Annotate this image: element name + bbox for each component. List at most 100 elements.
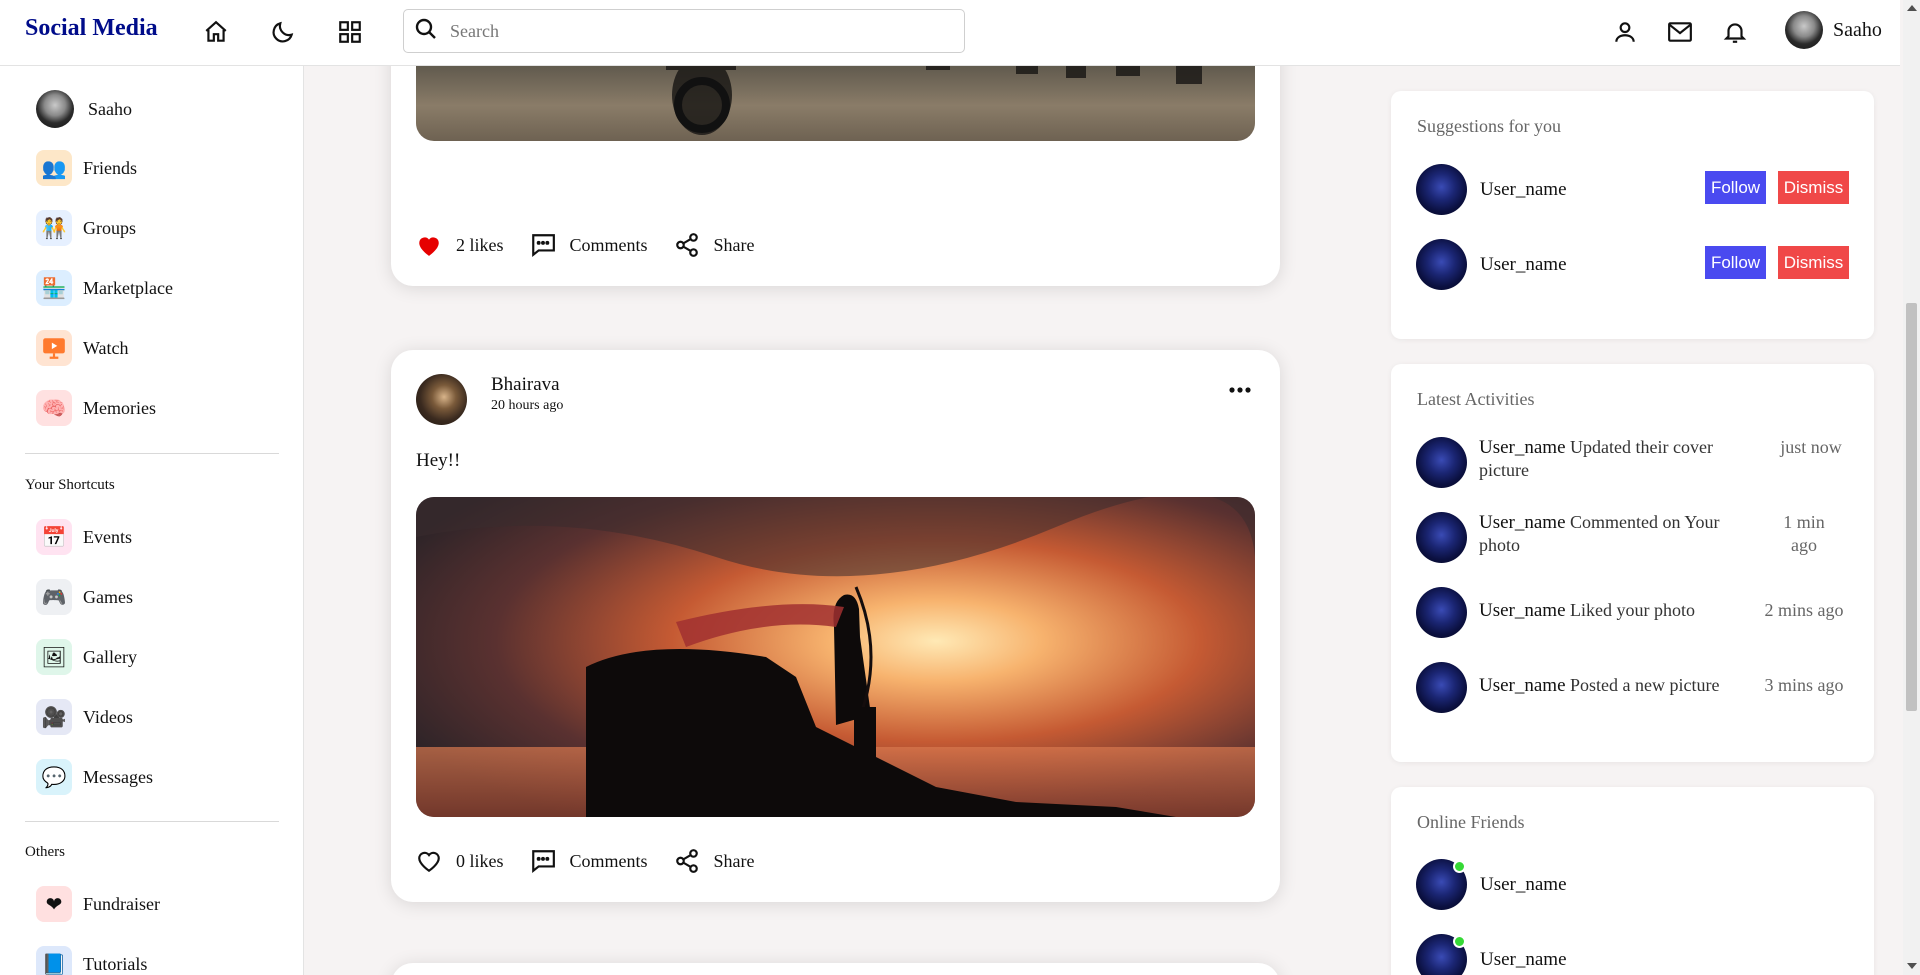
sidebar-item-label: Messages (83, 766, 153, 787)
activity-username[interactable]: User_name (1479, 675, 1566, 696)
tutorials-icon: 📘 (36, 946, 72, 975)
share-button[interactable]: Share (674, 232, 755, 258)
sidebar-item-label: Gallery (83, 646, 137, 667)
dismiss-button[interactable]: Dismiss (1778, 246, 1849, 279)
follow-button[interactable]: Follow (1705, 171, 1766, 204)
sidebar-item-label: Groups (83, 217, 136, 238)
header-username: Saaho (1833, 18, 1882, 41)
activity-avatar[interactable] (1416, 437, 1467, 488)
activity-time: just now (1780, 437, 1842, 457)
app-logo[interactable]: Social Media (25, 15, 158, 42)
search-bar (403, 9, 965, 53)
sidebar-item-label: Marketplace (83, 277, 173, 298)
notifications-bell-icon[interactable] (1720, 17, 1750, 47)
sidebar-item-label: Friends (83, 157, 137, 178)
header-avatar (1785, 11, 1823, 49)
activity-avatar[interactable] (1416, 662, 1467, 713)
sidebar-item-events[interactable]: 📅 Events (25, 519, 132, 555)
friends-icon: 👥 (36, 150, 72, 186)
suggestion-avatar[interactable] (1416, 239, 1467, 290)
memories-icon: 🧠 (36, 390, 72, 426)
activity-time: 2 mins ago (1764, 600, 1844, 620)
heart-outline-icon (418, 851, 440, 873)
activity-text: User_name Updated their cover picture (1479, 436, 1764, 482)
suggestion-username[interactable]: User_name (1480, 254, 1567, 276)
apps-grid-icon[interactable] (335, 17, 365, 47)
post-actions: 2 likes Comments Share (416, 232, 781, 258)
online-friend-row[interactable]: User_name (1416, 859, 1849, 910)
activity-time: 1 min ago (1783, 512, 1825, 555)
sidebar-item-messages[interactable]: 💬 Messages (25, 759, 153, 795)
like-button[interactable]: 0 likes (416, 849, 504, 873)
sidebar-divider (25, 453, 279, 454)
left-sidebar: Saaho 👥 Friends 🧑‍🤝‍🧑 Groups 🏪 Marketpla… (0, 66, 304, 975)
top-navbar: Social Media Saaho (0, 0, 1900, 66)
profile-icon[interactable] (1610, 17, 1640, 47)
search-icon[interactable] (414, 17, 438, 46)
scroll-up-arrow-icon[interactable] (1907, 5, 1917, 11)
like-count: 0 likes (456, 850, 504, 871)
activity-text: User_name Liked your photo (1479, 599, 1764, 622)
videos-icon: 🎥 (36, 699, 72, 735)
sidebar-profile[interactable]: Saaho (25, 90, 132, 128)
sidebar-profile-avatar (36, 90, 74, 128)
games-icon: 🎮 (36, 579, 72, 615)
post-author-name[interactable]: Bhairava (491, 374, 560, 396)
post-image[interactable] (416, 497, 1255, 817)
dismiss-button[interactable]: Dismiss (1778, 171, 1849, 204)
sidebar-item-gallery[interactable]: 🖼 Gallery (25, 639, 137, 675)
sidebar-item-games[interactable]: 🎮 Games (25, 579, 133, 615)
post-author-avatar[interactable] (416, 374, 467, 425)
post-actions: 0 likes Comments Share (416, 848, 781, 874)
follow-button[interactable]: Follow (1705, 246, 1766, 279)
sidebar-divider (25, 821, 279, 822)
dark-mode-icon[interactable] (268, 17, 298, 47)
scroll-down-arrow-icon[interactable] (1907, 963, 1917, 969)
comments-button[interactable]: Comments (530, 233, 648, 257)
like-button[interactable]: 2 likes (416, 233, 504, 257)
share-button[interactable]: Share (674, 848, 755, 874)
sidebar-item-watch[interactable]: Watch (25, 330, 129, 366)
sidebar-profile-name: Saaho (88, 98, 132, 119)
activity-avatar[interactable] (1416, 587, 1467, 638)
home-icon[interactable] (201, 17, 231, 47)
activity-description: Liked your photo (1570, 600, 1696, 620)
watch-icon (36, 330, 72, 366)
activity-username[interactable]: User_name (1479, 600, 1566, 621)
sidebar-item-videos[interactable]: 🎥 Videos (25, 699, 133, 735)
activity-item: User_name Commented on Your photo 1 min … (1416, 512, 1849, 567)
comment-icon (531, 234, 555, 257)
suggestions-card: Suggestions for you User_name Follow Dis… (1391, 91, 1874, 339)
activity-username[interactable]: User_name (1479, 512, 1566, 533)
online-friend-row[interactable]: User_name (1416, 934, 1849, 975)
sidebar-item-friends[interactable]: 👥 Friends (25, 150, 137, 186)
scrollbar-thumb[interactable] (1906, 303, 1917, 711)
sidebar-item-memories[interactable]: 🧠 Memories (25, 390, 156, 426)
sidebar-item-label: Memories (83, 397, 156, 418)
share-label: Share (713, 850, 755, 871)
activity-item: User_name Liked your photo 2 mins ago (1416, 587, 1849, 642)
more-options-icon[interactable] (1229, 382, 1251, 400)
activity-avatar[interactable] (1416, 512, 1467, 563)
suggestion-username[interactable]: User_name (1480, 179, 1567, 201)
activity-text: User_name Commented on Your photo (1479, 511, 1764, 557)
online-friend-username: User_name (1480, 948, 1567, 970)
comments-button[interactable]: Comments (530, 849, 648, 873)
activity-username[interactable]: User_name (1479, 437, 1566, 458)
suggestion-avatar[interactable] (1416, 164, 1467, 215)
sidebar-item-groups[interactable]: 🧑‍🤝‍🧑 Groups (25, 210, 136, 246)
mail-icon[interactable] (1665, 17, 1695, 47)
comments-label: Comments (569, 850, 648, 871)
like-count: 2 likes (456, 234, 504, 255)
sidebar-item-fundraiser[interactable]: ❤ Fundraiser (25, 886, 160, 922)
search-input[interactable] (450, 20, 930, 42)
post-timestamp: 20 hours ago (491, 398, 564, 413)
heart-filled-icon (419, 237, 439, 256)
sidebar-item-tutorials[interactable]: 📘 Tutorials (25, 946, 147, 975)
sidebar-item-marketplace[interactable]: 🏪 Marketplace (25, 270, 173, 306)
header-user-menu[interactable]: Saaho (1775, 11, 1882, 49)
suggestions-title: Suggestions for you (1417, 116, 1561, 136)
online-friend-username: User_name (1480, 873, 1567, 895)
page-scrollbar[interactable] (1903, 0, 1920, 975)
messages-icon: 💬 (36, 759, 72, 795)
